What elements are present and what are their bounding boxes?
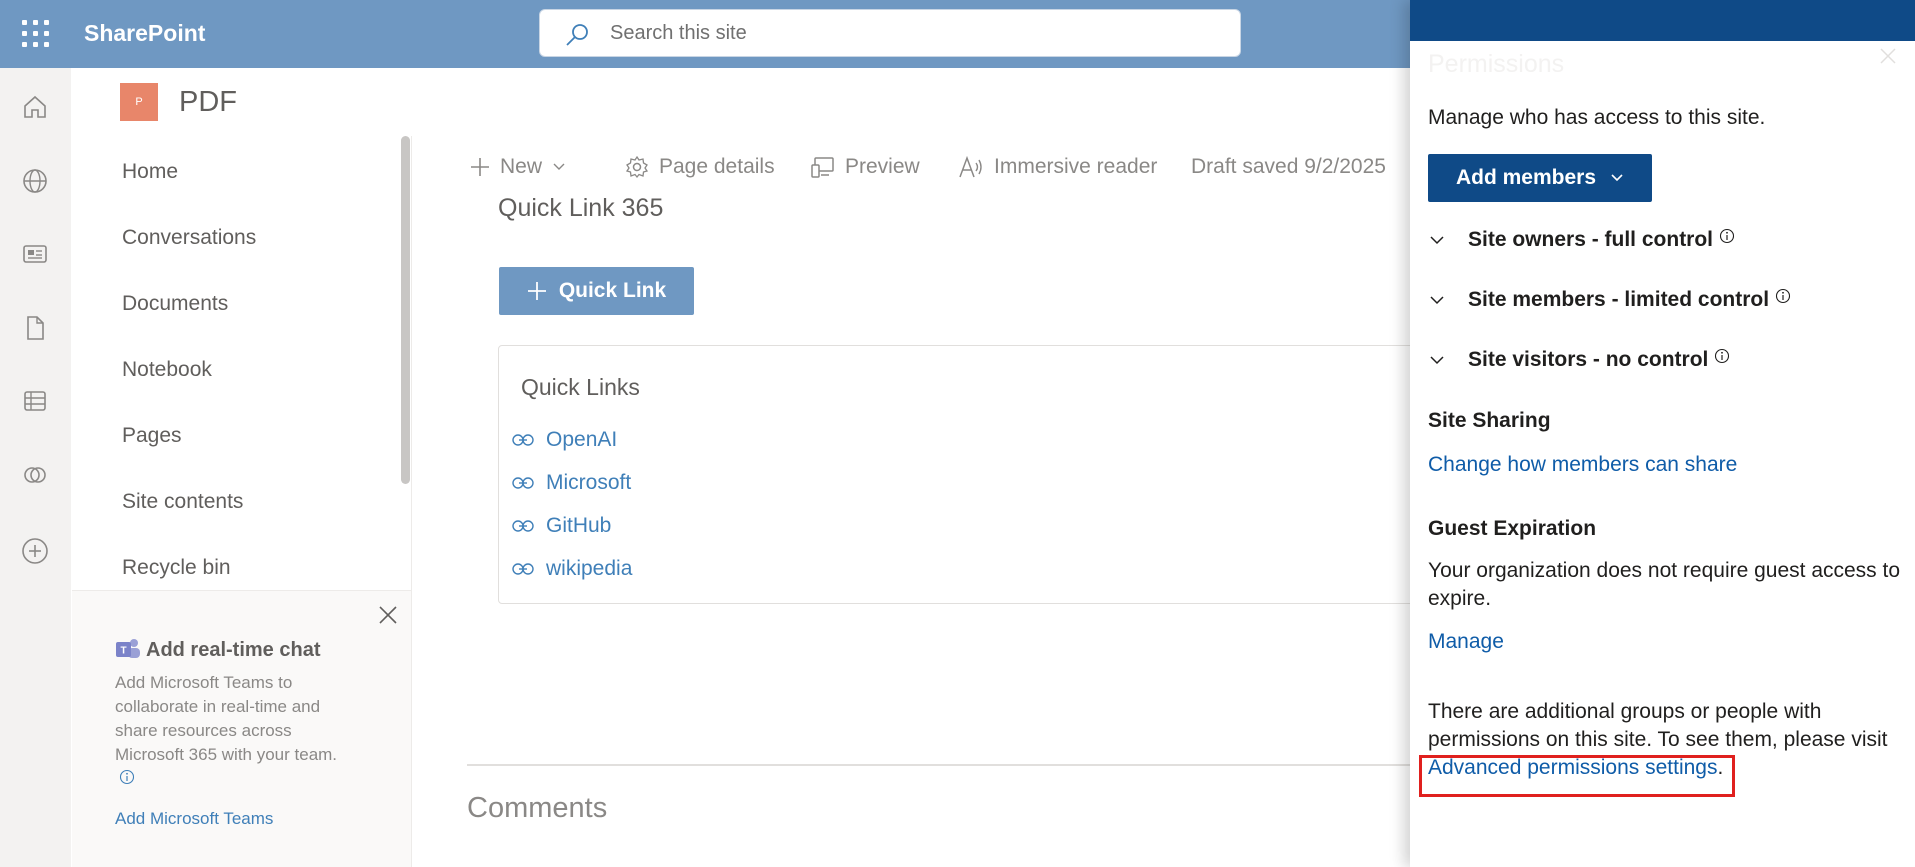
gear-icon (625, 155, 649, 179)
close-icon[interactable] (376, 603, 400, 627)
stream-icon[interactable] (18, 458, 52, 492)
quick-link-openai[interactable]: OpenAI (512, 428, 617, 452)
group-site-visitors[interactable]: Site visitors - no control (1428, 348, 1730, 372)
immersive-reader-label: Immersive reader (994, 155, 1158, 178)
teams-icon: T (116, 639, 140, 658)
section-divider (467, 764, 1417, 766)
link-icon (512, 477, 534, 489)
immersive-reader-icon (959, 155, 982, 178)
add-members-label: Add members (1455, 166, 1597, 189)
link-icon (512, 434, 534, 446)
webpart-title: Quick Link 365 (498, 194, 664, 222)
panel-intro: Manage who has access to this site. (1428, 106, 1766, 129)
nav-item-recycle-bin[interactable]: Recycle bin (122, 556, 231, 580)
chevron-down-icon (553, 163, 565, 170)
info-icon[interactable] (1719, 228, 1735, 244)
svg-text:T: T (120, 646, 126, 657)
app-rail (0, 68, 71, 867)
page-details-label: Page details (659, 155, 775, 178)
chevron-down-icon (1611, 174, 1623, 182)
quick-link-label: wikipedia (546, 557, 633, 580)
plus-icon (471, 158, 489, 176)
new-button[interactable]: New (470, 155, 566, 179)
group-label: Site visitors - no control (1468, 348, 1709, 371)
nav-scrollbar[interactable] (401, 136, 410, 484)
teams-card-title: Add real-time chat (146, 639, 321, 661)
quick-links-heading: Quick Links (521, 374, 640, 400)
search-icon (566, 24, 588, 46)
plus-icon (527, 282, 546, 300)
immersive-reader-button[interactable]: Immersive reader (958, 155, 1157, 179)
link-icon (512, 563, 534, 575)
group-site-owners[interactable]: Site owners - full control (1428, 228, 1735, 252)
group-site-members[interactable]: Site members - limited control (1428, 288, 1791, 312)
document-icon[interactable] (18, 311, 52, 345)
globe-icon[interactable] (18, 164, 52, 198)
search-input[interactable] (610, 18, 1210, 48)
manage-link[interactable]: Manage (1428, 630, 1504, 654)
comments-heading: Comments (467, 792, 608, 824)
app-launcher-icon[interactable] (22, 20, 50, 48)
preview-icon (811, 157, 834, 178)
info-icon[interactable] (1775, 288, 1791, 304)
teams-promo-card: T Add real-time chat Add Microsoft Teams… (72, 590, 411, 867)
preview-button[interactable]: Preview (811, 155, 920, 179)
nav-item-notebook[interactable]: Notebook (122, 358, 212, 382)
nav-item-documents[interactable]: Documents (122, 292, 228, 316)
group-label: Site members - limited control (1468, 288, 1770, 311)
teams-card-description: Add Microsoft Teams to collaborate in re… (115, 671, 355, 791)
search-box[interactable] (539, 9, 1241, 57)
preview-label: Preview (845, 155, 920, 178)
highlight-box (1419, 755, 1735, 797)
permissions-panel: Permissions Manage who has access to thi… (1410, 0, 1915, 867)
app-name[interactable]: SharePoint (84, 20, 205, 47)
chevron-down-icon (1430, 356, 1444, 365)
info-icon[interactable] (119, 769, 135, 785)
site-title[interactable]: PDF (179, 86, 237, 119)
create-icon[interactable] (18, 534, 52, 568)
additional-text: There are additional groups or people wi… (1428, 700, 1888, 751)
quick-link-label: OpenAI (546, 428, 618, 451)
change-sharing-link[interactable]: Change how members can share (1428, 453, 1737, 477)
quick-links-webpart: Quick Links OpenAI Microsoft GitHub wiki… (498, 345, 1418, 604)
info-icon[interactable] (1714, 348, 1730, 364)
draft-status: Draft saved 9/2/2025 (1191, 155, 1386, 179)
link-icon (512, 520, 534, 532)
news-icon[interactable] (18, 237, 52, 271)
new-label: New (500, 155, 543, 178)
chevron-down-icon (1430, 296, 1444, 305)
panel-title: Permissions (1428, 50, 1565, 78)
draft-status-text: Draft saved 9/2/2025 (1191, 155, 1386, 178)
guest-expiration-text: Your organization does not require guest… (1428, 559, 1901, 610)
home-icon[interactable] (18, 90, 52, 124)
quick-link-microsoft[interactable]: Microsoft (512, 471, 631, 495)
site-sharing-heading: Site Sharing (1428, 409, 1551, 432)
quick-link-label: GitHub (546, 514, 612, 537)
close-icon[interactable] (1878, 46, 1898, 66)
group-label: Site owners - full control (1468, 228, 1714, 251)
quick-link-label: Microsoft (546, 471, 632, 494)
nav-item-home[interactable]: Home (122, 160, 178, 184)
site-logo[interactable]: P (120, 83, 158, 121)
nav-item-site-contents[interactable]: Site contents (122, 490, 243, 514)
page-details-button[interactable]: Page details (625, 155, 775, 179)
chevron-down-icon (1430, 236, 1444, 245)
guest-expiration-heading: Guest Expiration (1428, 517, 1597, 540)
add-microsoft-teams-link[interactable]: Add Microsoft Teams (115, 809, 273, 829)
panel-header-bar (1410, 0, 1915, 41)
nav-item-conversations[interactable]: Conversations (122, 226, 256, 250)
nav-item-pages[interactable]: Pages (122, 424, 182, 448)
list-icon[interactable] (18, 384, 52, 418)
add-quick-link-label: Quick Link (558, 279, 667, 302)
quick-link-github[interactable]: GitHub (512, 514, 611, 538)
add-members-button[interactable]: Add members (1428, 154, 1652, 202)
add-quick-link-button[interactable]: Quick Link (499, 267, 694, 315)
teams-card-text: Add Microsoft Teams to collaborate in re… (115, 673, 338, 764)
quick-link-wikipedia[interactable]: wikipedia (512, 557, 632, 581)
